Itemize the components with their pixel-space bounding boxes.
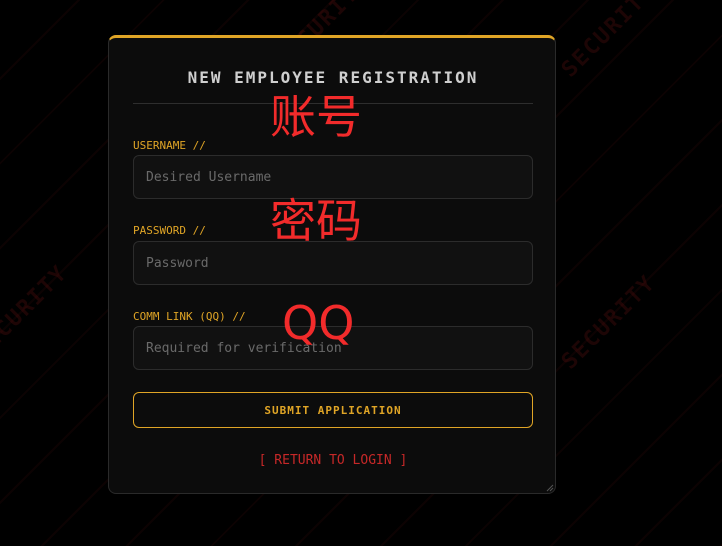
password-label: PASSWORD // xyxy=(133,224,206,237)
background-watermark: SECURITY xyxy=(557,270,661,375)
return-to-login-link[interactable]: [ RETURN TO LOGIN ] xyxy=(133,453,533,468)
background-watermark: SECURITY xyxy=(0,260,73,365)
background-watermark: SECURITY xyxy=(557,0,661,83)
qq-label: COMM LINK (QQ) // xyxy=(133,310,246,323)
qq-input[interactable] xyxy=(133,326,533,370)
title-divider xyxy=(133,103,533,104)
registration-panel: NEW EMPLOYEE REGISTRATION USERNAME // PA… xyxy=(108,35,556,494)
username-label: USERNAME // xyxy=(133,139,206,152)
username-input[interactable] xyxy=(133,155,533,199)
panel-title: NEW EMPLOYEE REGISTRATION xyxy=(187,68,479,87)
password-input[interactable] xyxy=(133,241,533,285)
resize-grip-icon xyxy=(546,484,554,492)
submit-application-button[interactable]: SUBMIT APPLICATION xyxy=(133,392,533,428)
